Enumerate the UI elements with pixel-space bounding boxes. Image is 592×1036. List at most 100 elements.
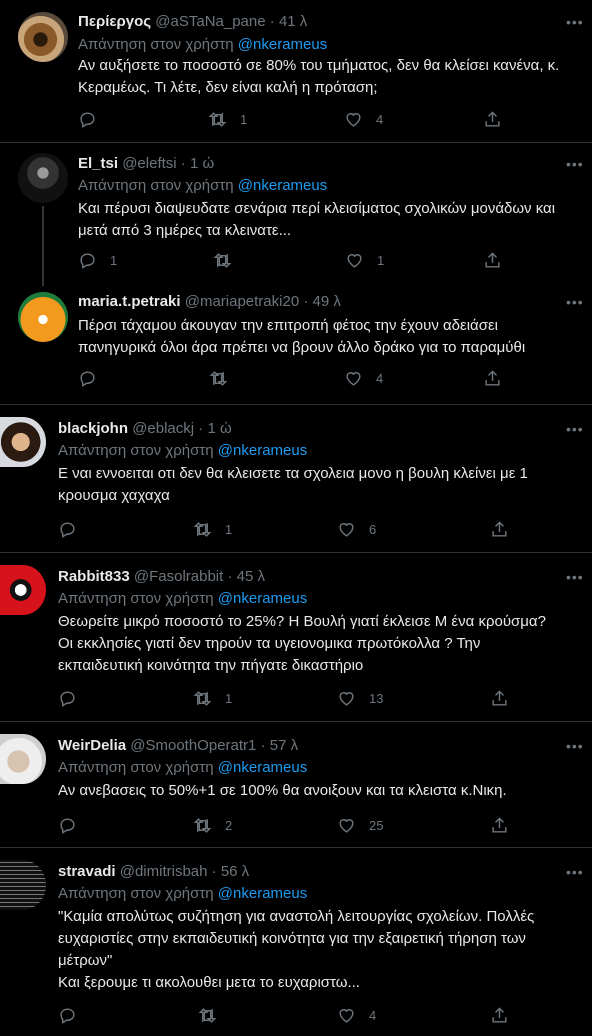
timestamp[interactable]: 41 λ [279,13,307,30]
mention-link[interactable]: @nkerameus [218,442,307,459]
like-button[interactable]: 6 [337,519,376,539]
retweet-icon [193,817,212,833]
heart-icon [347,253,362,268]
like-button[interactable]: 4 [344,368,383,388]
like-button[interactable]: 13 [337,688,383,708]
like-button[interactable]: 4 [337,1005,376,1025]
retweet-icon [193,690,212,706]
reply-button[interactable] [58,815,90,835]
tweet-header: Περίεργος @aSTaNa_pane · 41 λ [78,13,308,30]
handle[interactable]: @aSTaNa_pane [155,13,265,30]
tweet[interactable]: Rabbit833 @Fasolrabbit · 45 λ ••• Απάντη… [0,553,592,721]
avatar[interactable] [18,153,68,203]
share-button[interactable] [490,519,509,539]
like-button[interactable]: 1 [345,250,384,270]
timestamp[interactable]: 45 λ [237,568,265,585]
display-name[interactable]: blackjohn [58,420,128,437]
tweet[interactable]: Περίεργος @aSTaNa_pane · 41 λ ••• Απάντη… [0,0,592,142]
reply-context: Απάντηση στον χρήστη @nkerameus [78,36,328,53]
reply-button[interactable]: 1 [78,250,117,270]
more-options-icon[interactable]: ••• [566,864,584,880]
more-options-icon[interactable]: ••• [566,14,584,30]
tweet-actions: 4 [78,368,508,388]
display-name[interactable]: stravadi [58,863,116,880]
timestamp[interactable]: 49 λ [313,293,341,310]
heart-icon [339,522,354,537]
heart-icon [339,1008,354,1023]
tweet[interactable]: stravadi @dimitrisbah · 56 λ ••• Απάντησ… [0,848,592,1036]
avatar[interactable] [0,860,46,910]
avatar[interactable] [0,565,46,615]
reply-icon [80,370,95,387]
handle[interactable]: @Fasolrabbit [134,568,223,585]
tweet[interactable]: blackjohn @eblackj · 1 ώ ••• Απάντηση στ… [0,405,592,552]
mention-link[interactable]: @nkerameus [218,885,307,902]
mention-link[interactable]: @nkerameus [218,759,307,776]
reply-context: Απάντηση στον χρήστη @nkerameus [58,590,308,607]
avatar[interactable] [18,12,68,62]
retweet-button[interactable]: 1 [193,688,232,708]
share-button[interactable] [483,109,502,129]
like-button[interactable]: 25 [337,815,383,835]
tweet[interactable]: WeirDelia @SmoothOperatr1 · 57 λ ••• Απά… [0,722,592,847]
timestamp[interactable]: 57 λ [270,737,298,754]
tweet[interactable]: El_tsi @eleftsi · 1 ώ ••• Απάντηση στον … [0,143,592,280]
more-options-icon[interactable]: ••• [566,569,584,585]
heart-icon [339,818,354,833]
handle[interactable]: @SmoothOperatr1 [130,737,256,754]
share-button[interactable] [483,368,502,388]
tweet-actions: 1 13 [58,688,508,708]
reply-icon [60,521,75,538]
timestamp[interactable]: 56 λ [221,863,249,880]
avatar[interactable] [18,292,68,342]
share-icon [485,369,500,386]
share-button[interactable] [490,688,509,708]
share-button[interactable] [490,815,509,835]
reply-icon [80,252,95,269]
display-name[interactable]: maria.t.petraki [78,293,181,310]
display-name[interactable]: WeirDelia [58,737,126,754]
reply-button[interactable] [58,1005,90,1025]
mention-link[interactable]: @nkerameus [218,590,307,607]
display-name[interactable]: Rabbit833 [58,568,130,585]
timestamp[interactable]: 1 ώ [190,155,214,172]
more-options-icon[interactable]: ••• [566,294,584,310]
reply-icon [60,817,75,834]
handle[interactable]: @eleftsi [122,155,176,172]
retweet-button[interactable]: 1 [208,109,247,129]
tweet-header: Rabbit833 @Fasolrabbit · 45 λ [58,568,266,585]
retweet-button[interactable] [213,250,245,270]
mention-link[interactable]: @nkerameus [238,36,327,53]
retweet-button[interactable]: 2 [193,815,232,835]
tweet-text: Πέρσι τάχαμου άκουγαν την επιτροπή φέτος… [78,317,526,356]
reply-button[interactable] [78,109,110,129]
display-name[interactable]: Περίεργος [78,13,151,30]
handle[interactable]: @eblackj [132,420,194,437]
handle[interactable]: @mariapetraki20 [185,293,299,310]
retweet-button[interactable]: 1 [193,519,232,539]
reply-icon [60,690,75,707]
mention-link[interactable]: @nkerameus [238,177,327,194]
more-options-icon[interactable]: ••• [566,738,584,754]
avatar[interactable] [0,417,46,467]
tweet-header: maria.t.petraki @mariapetraki20 · 49 λ [78,293,341,310]
share-button[interactable] [483,250,502,270]
avatar[interactable] [0,734,46,784]
share-button[interactable] [490,1005,509,1025]
tweet[interactable]: maria.t.petraki @mariapetraki20 · 49 λ •… [0,280,592,404]
more-options-icon[interactable]: ••• [566,156,584,172]
more-options-icon[interactable]: ••• [566,421,584,437]
tweet-header: El_tsi @eleftsi · 1 ώ [78,155,215,172]
retweet-button[interactable] [209,368,241,388]
reply-button[interactable] [58,519,90,539]
handle[interactable]: @dimitrisbah [120,863,208,880]
reply-button[interactable] [78,368,110,388]
share-icon [492,1006,507,1023]
reply-button[interactable] [58,688,90,708]
retweet-button[interactable] [198,1005,230,1025]
like-button[interactable]: 4 [344,109,383,129]
heart-icon [346,371,361,386]
tweet-header: blackjohn @eblackj · 1 ώ [58,420,232,437]
display-name[interactable]: El_tsi [78,155,118,172]
timestamp[interactable]: 1 ώ [207,420,231,437]
